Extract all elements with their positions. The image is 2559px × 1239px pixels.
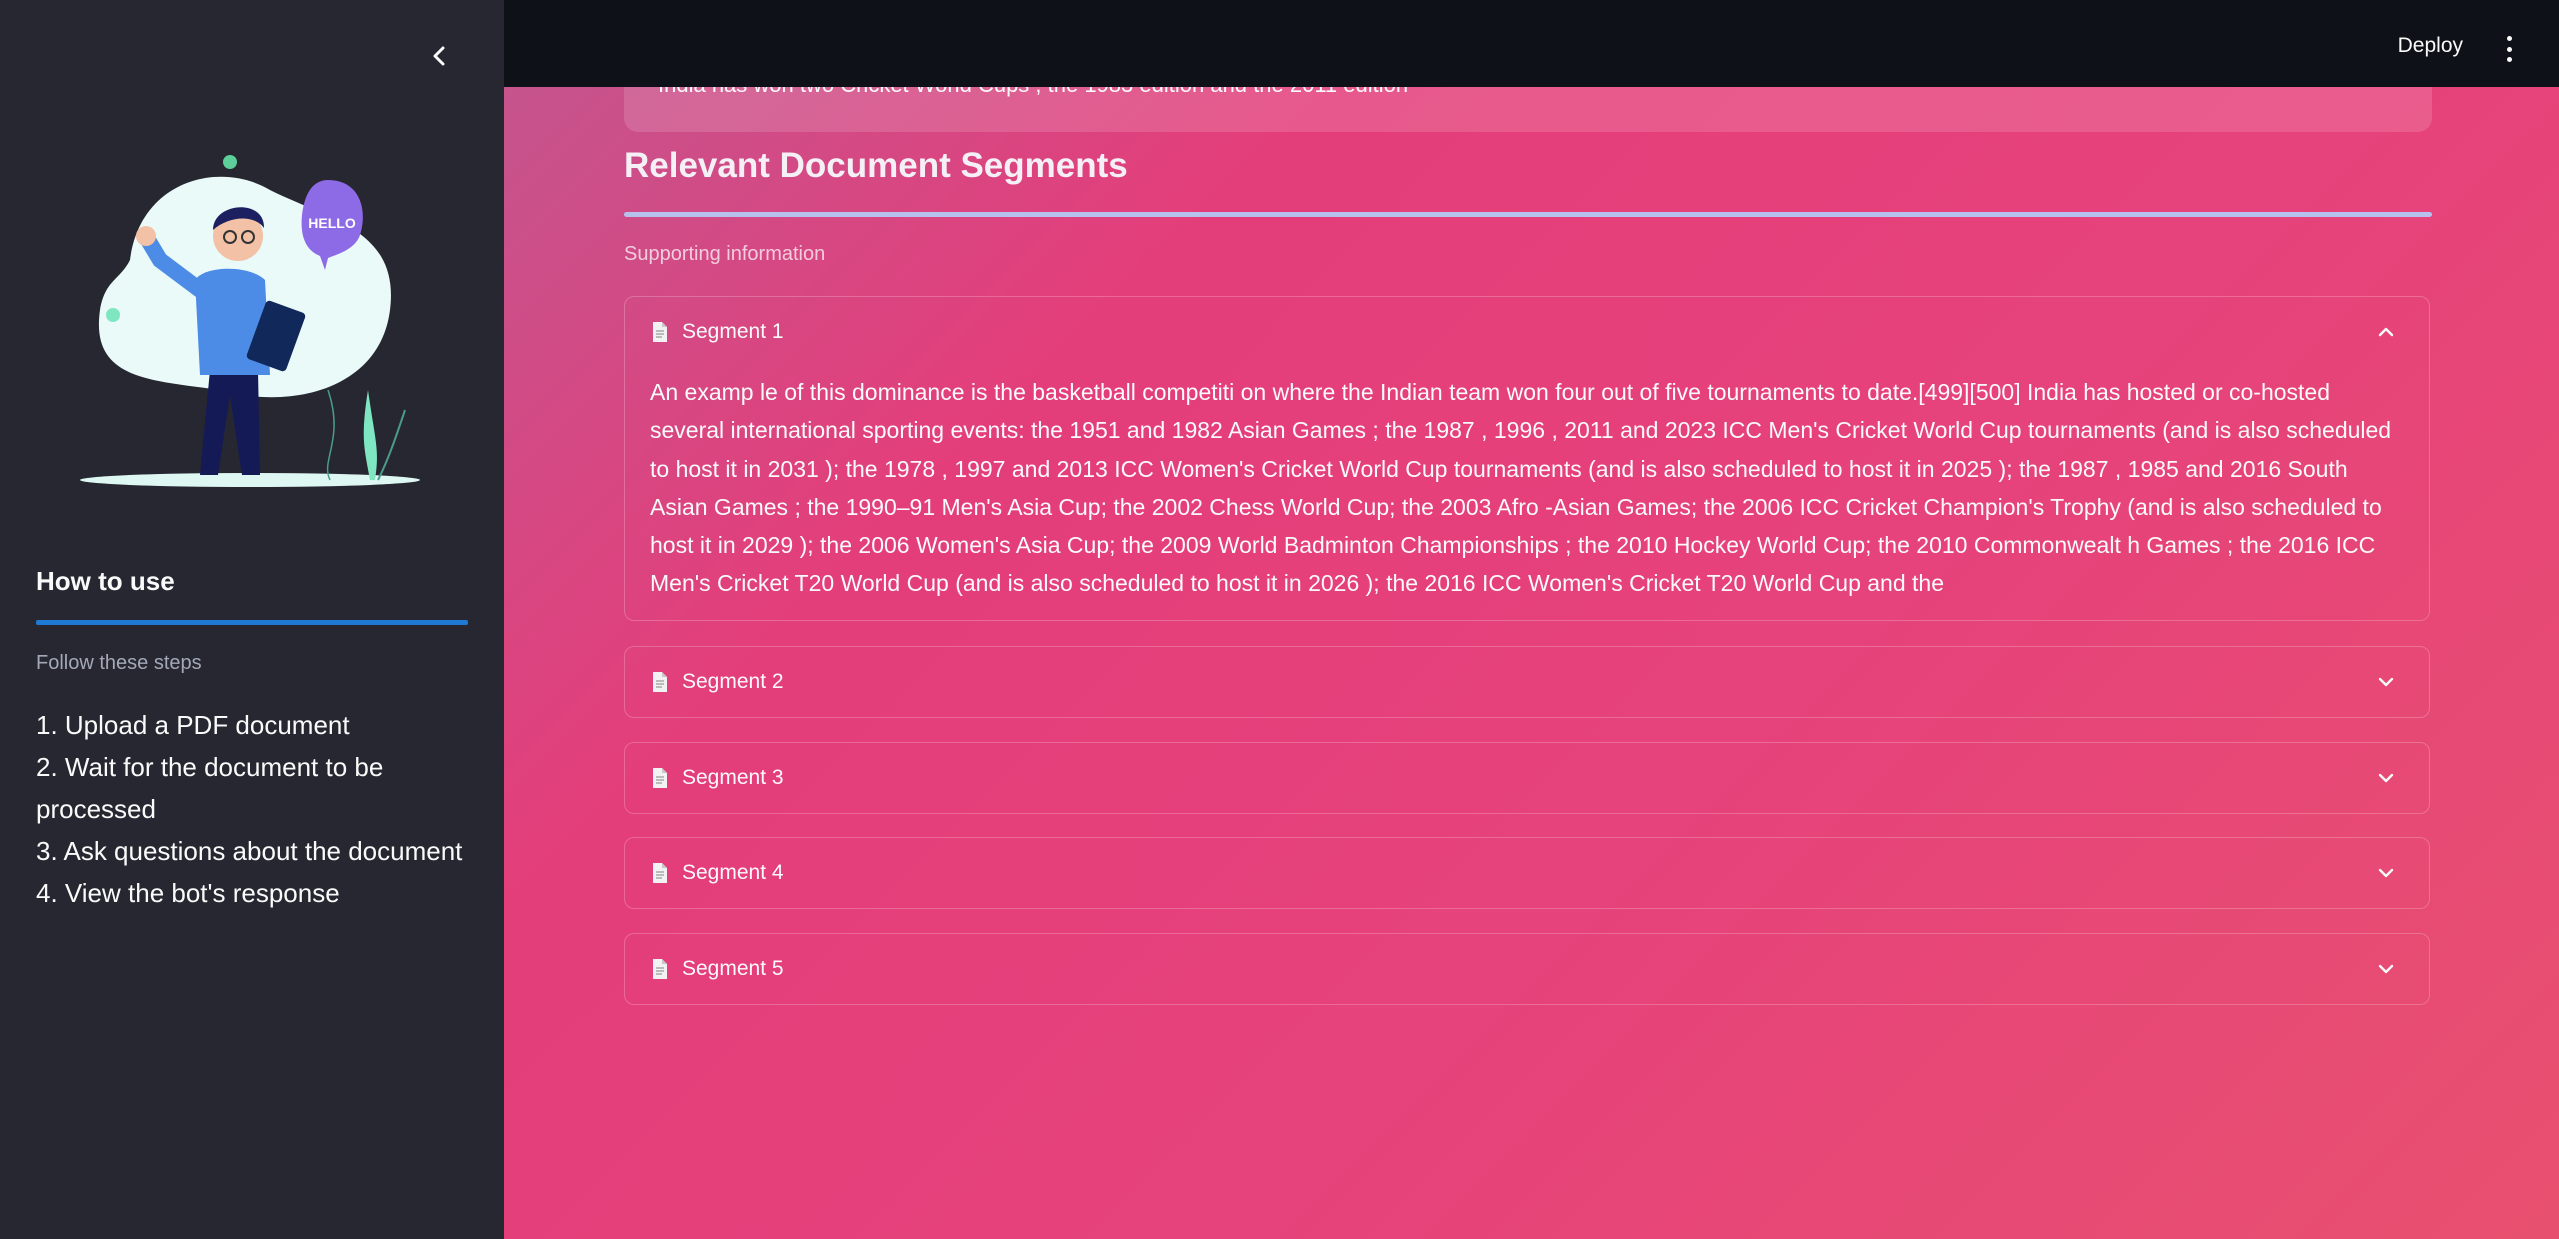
segment-header[interactable]: Segment 3 [625, 743, 2429, 813]
segment-expander: Segment 2 [624, 646, 2430, 718]
chevron-down-icon [2378, 773, 2394, 783]
vertical-dots-icon[interactable] [2503, 36, 2515, 62]
segment-expander: Segment 1 An examp le of this dominance … [624, 296, 2430, 621]
top-toolbar: Deploy [504, 0, 2559, 87]
document-icon [653, 322, 667, 342]
segment-expander: Segment 4 [624, 837, 2430, 909]
segment-label: Segment 3 [682, 766, 784, 789]
segment-header[interactable]: Segment 4 [625, 838, 2429, 908]
segment-header[interactable]: Segment 5 [625, 934, 2429, 1004]
steps-list: 1. Upload a PDF document 2. Wait for the… [36, 704, 476, 914]
segment-label: Segment 1 [682, 320, 784, 343]
segment-label: Segment 5 [682, 957, 784, 980]
section-caption: Supporting information [624, 243, 826, 265]
deploy-button[interactable]: Deploy [2398, 34, 2463, 58]
segment-label: Segment 2 [682, 670, 784, 693]
document-icon [653, 768, 667, 788]
segment-header[interactable]: Segment 1 [625, 297, 2429, 367]
chevron-up-icon [2378, 327, 2394, 337]
hello-bubble-text: HELLO [308, 215, 356, 231]
section-title: Relevant Document Segments [624, 146, 1128, 185]
step-item: 2. Wait for the document to be processed [36, 752, 384, 824]
how-to-use-title: How to use [36, 566, 175, 596]
title-divider [36, 620, 468, 625]
document-icon [653, 863, 667, 883]
step-item: 3. Ask questions about the document [36, 836, 463, 866]
chevron-down-icon [2378, 677, 2394, 687]
section-divider [624, 212, 2432, 217]
main-content: India has won two Cricket World Cups , t… [504, 0, 2559, 1239]
collapse-sidebar-button[interactable] [420, 36, 460, 76]
person-with-clipboard-illustration: HELLO [80, 155, 420, 487]
document-icon [653, 672, 667, 692]
segment-text: An examp le of this dominance is the bas… [650, 379, 2392, 597]
chevron-left-icon [433, 46, 445, 66]
segment-expander: Segment 5 [624, 933, 2430, 1005]
segment-header[interactable]: Segment 2 [625, 647, 2429, 717]
segment-label: Segment 4 [682, 861, 784, 884]
step-item: 4. View the bot's response [36, 878, 340, 908]
sidebar: HELLO How to use Follow these steps 1. U… [0, 0, 504, 1239]
step-item: 1. Upload a PDF document [36, 710, 350, 740]
chevron-down-icon [2378, 868, 2394, 878]
chevron-down-icon [2378, 964, 2394, 974]
steps-caption: Follow these steps [36, 652, 202, 674]
segment-expander: Segment 3 [624, 742, 2430, 814]
document-icon [653, 959, 667, 979]
